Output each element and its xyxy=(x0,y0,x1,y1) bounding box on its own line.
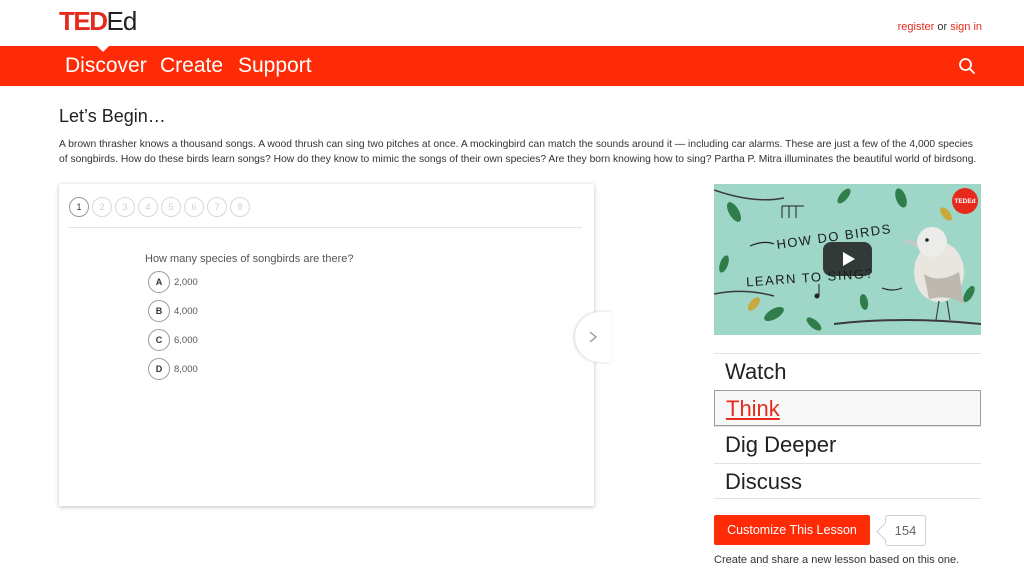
play-icon xyxy=(842,252,855,266)
step-4[interactable]: 4 xyxy=(138,197,158,217)
logo-ed: Ed xyxy=(106,6,138,36)
nav-create[interactable]: Create xyxy=(160,54,223,78)
nav-discover[interactable]: Discover xyxy=(65,54,147,78)
quiz-card: 1 2 3 4 5 6 7 8 How many species of song… xyxy=(59,184,594,506)
play-button[interactable] xyxy=(823,242,872,276)
auth-links: register or sign in xyxy=(898,21,982,33)
step-6[interactable]: 6 xyxy=(184,197,204,217)
main-nav: Discover Create Support xyxy=(0,46,1024,86)
answer-option-b[interactable]: B 4,000 xyxy=(148,300,198,322)
search-icon[interactable] xyxy=(958,57,976,75)
option-letter[interactable]: C xyxy=(148,329,170,351)
ted-ed-badge: TEDEd xyxy=(952,188,978,214)
answer-option-a[interactable]: A 2,000 xyxy=(148,271,198,293)
auth-or: or xyxy=(937,21,948,33)
option-text: 4,000 xyxy=(174,305,198,317)
menu-watch[interactable]: Watch xyxy=(714,353,981,390)
sign-in-link[interactable]: sign in xyxy=(950,21,982,33)
menu-discuss[interactable]: Discuss xyxy=(714,462,981,499)
option-text: 8,000 xyxy=(174,363,198,375)
option-text: 6,000 xyxy=(174,334,198,346)
lesson-description: A brown thrasher knows a thousand songs.… xyxy=(59,139,977,165)
customize-lesson-button[interactable]: Customize This Lesson xyxy=(714,515,870,545)
menu-dig-deeper[interactable]: Dig Deeper xyxy=(714,426,981,463)
nav-support[interactable]: Support xyxy=(238,54,312,78)
step-7[interactable]: 7 xyxy=(207,197,227,217)
page-title: Let’s Begin… xyxy=(59,106,166,126)
menu-think[interactable]: Think xyxy=(714,389,981,426)
step-1[interactable]: 1 xyxy=(69,197,89,217)
step-3[interactable]: 3 xyxy=(115,197,135,217)
option-letter[interactable]: B xyxy=(148,300,170,322)
step-8[interactable]: 8 xyxy=(230,197,250,217)
option-letter[interactable]: D xyxy=(148,358,170,380)
answer-option-d[interactable]: D 8,000 xyxy=(148,358,198,380)
step-2[interactable]: 2 xyxy=(92,197,112,217)
question-text: How many species of songbirds are there? xyxy=(145,253,354,265)
nav-active-caret xyxy=(97,46,109,52)
step-5[interactable]: 5 xyxy=(161,197,181,217)
ted-ed-logo[interactable]: TEDEd xyxy=(59,6,138,36)
video-thumbnail[interactable]: HOW DO BIRDS LEARN TO SING? TEDEd xyxy=(714,184,981,335)
answer-option-c[interactable]: C 6,000 xyxy=(148,329,198,351)
customize-count: 154 xyxy=(885,515,926,546)
customize-note: Create and share a new lesson based on t… xyxy=(714,554,960,566)
logo-ted: TED xyxy=(59,6,108,36)
option-letter[interactable]: A xyxy=(148,271,170,293)
option-text: 2,000 xyxy=(174,276,198,288)
lesson-section-menu: Watch Think Dig Deeper Discuss xyxy=(714,353,981,499)
question-steps: 1 2 3 4 5 6 7 8 xyxy=(69,197,250,217)
register-link[interactable]: register xyxy=(898,21,935,33)
top-bar: TEDEd register or sign in xyxy=(0,0,1024,46)
chevron-right-icon xyxy=(589,331,598,343)
quiz-divider xyxy=(69,227,582,228)
